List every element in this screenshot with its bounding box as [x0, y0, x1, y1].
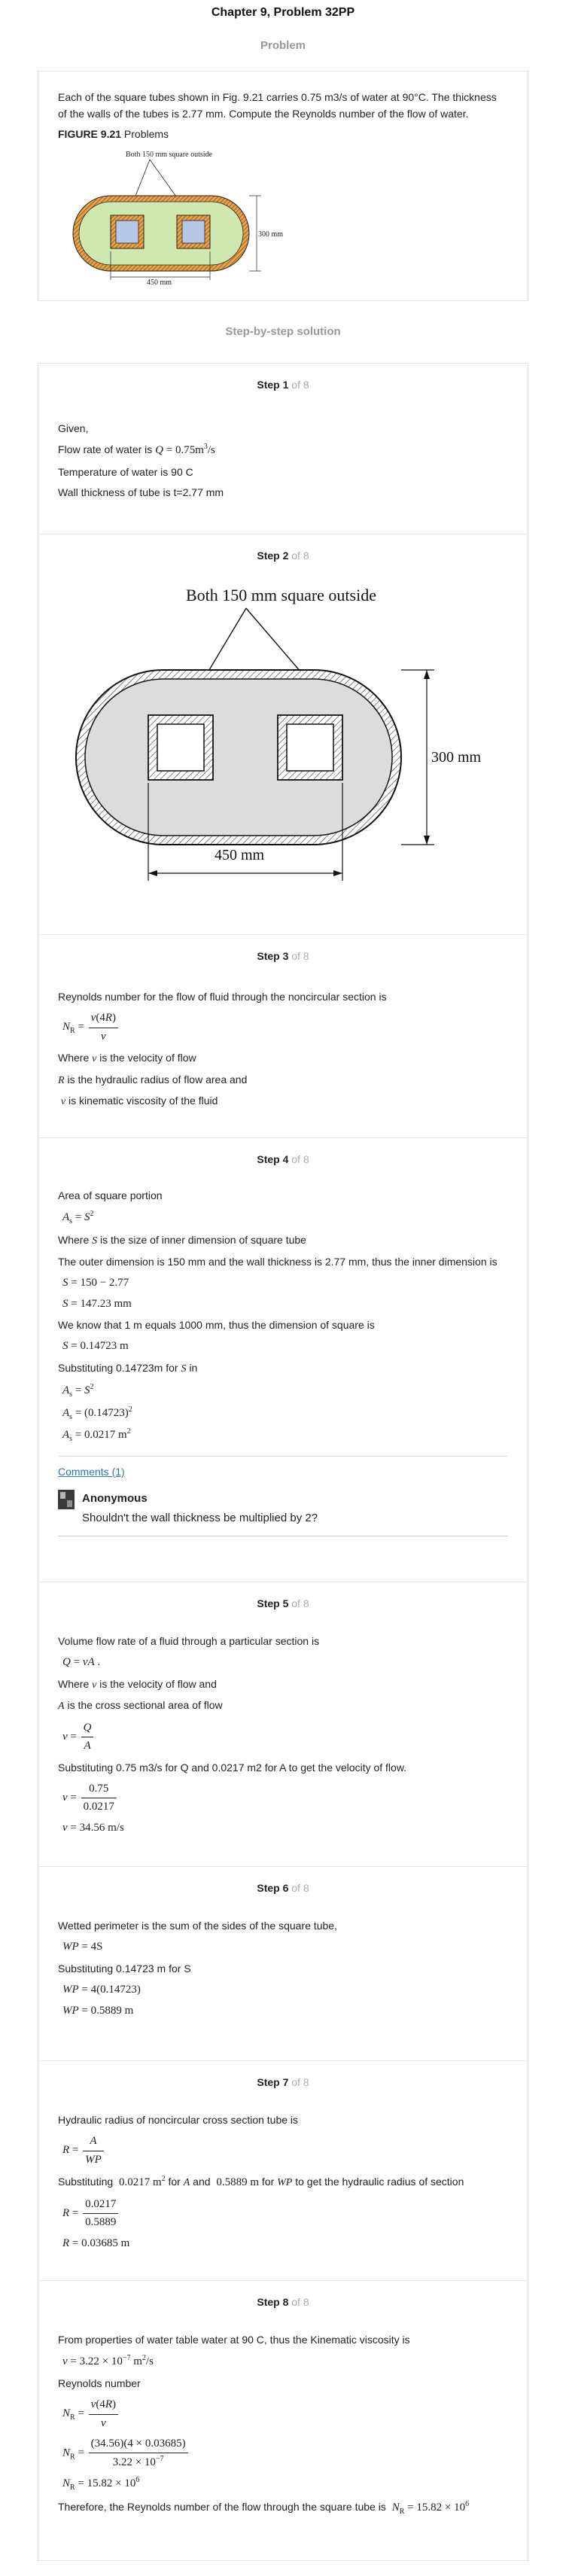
step-4-intro: Area of square portion [58, 1189, 163, 1201]
step-6-card: Step 6 of 8 Wetted perimeter is the sum … [38, 1867, 528, 2061]
step-8-heading: Step 8 of 8 [257, 2296, 309, 2308]
comment: Anonymous Shouldn't the wall thickness b… [58, 1489, 508, 1537]
step-4-outer: The outer dimension is 150 mm and the wa… [58, 1255, 498, 1268]
page-title: Chapter 9, Problem 32PP [211, 6, 355, 19]
comments-link[interactable]: Comments (1) [58, 1466, 125, 1478]
step-1-card: Step 1 of 8 Given, Flow rate of water is… [38, 363, 528, 534]
step-7-intro: Hydraulic radius of noncircular cross se… [58, 2113, 299, 2126]
step-2-figure: Both 150 mm square outside 300 mm 450 mm [75, 586, 482, 881]
step-3-eq: NR = v(4R) ν [62, 1009, 508, 1046]
step-5-subst: Substituting 0.75 m3/s for Q and 0.0217 … [58, 1761, 407, 1774]
step-3-heading: Step 3 of 8 [257, 950, 309, 962]
fig2-top-label: Both 150 mm square outside [186, 586, 376, 604]
avatar [58, 1489, 75, 1509]
step-1-wall: Wall thickness of tube is t=2.77 mm [58, 486, 224, 499]
fig-width-label: 450 mm [147, 279, 172, 287]
step-4-know: We know that 1 m equals 1000 mm, thus th… [58, 1318, 375, 1331]
step-2-heading: Step 2 of 8 [257, 550, 309, 562]
step-6-intro: Wetted perimeter is the sum of the sides… [58, 1919, 337, 1932]
solution-heading: Step-by-step solution [225, 325, 341, 338]
figure-caption: Problems [123, 128, 169, 141]
step-4-heading: Step 4 of 8 [257, 1153, 309, 1165]
fig2-height-label: 300 mm [431, 749, 482, 766]
step-1-heading: Step 1 of 8 [257, 379, 309, 391]
step-8-conclusion: Therefore, the Reynolds number of the fl… [58, 2500, 386, 2513]
step-7-card: Step 7 of 8 Hydraulic radius of noncircu… [38, 2061, 528, 2281]
comment-author: Anonymous [82, 1491, 148, 1505]
step-3-card: Step 3 of 8 Reynolds number for the flow… [38, 935, 528, 1138]
fig-height-label: 300 mm [258, 230, 283, 239]
step-6-subst: Substituting 0.14723 m for S [58, 1962, 191, 1975]
figure-label: FIGURE 9.21 [58, 128, 122, 141]
step-1-flow: Flow rate of water is [58, 443, 153, 456]
comment-text: Shouldn't the wall thickness be multipli… [82, 1511, 318, 1524]
fig-top-label: Both 150 mm square outside [126, 151, 213, 159]
step-4-card: Step 4 of 8 Area of square portion As = … [38, 1138, 528, 1582]
step-5-intro: Volume flow rate of a fluid through a pa… [58, 1634, 320, 1647]
step-6-heading: Step 6 of 8 [257, 1882, 309, 1894]
step-8-card: Step 8 of 8 From properties of water tab… [38, 2281, 528, 2561]
step-8-reynolds: Reynolds number [58, 2377, 141, 2389]
step-8-intro: From properties of water table water at … [58, 2333, 410, 2346]
step-3-intro: Reynolds number for the flow of fluid th… [58, 990, 387, 1003]
step-5-heading: Step 5 of 8 [257, 1597, 309, 1609]
step-7-heading: Step 7 of 8 [257, 2076, 309, 2088]
problem-figure: Both 150 mm square outside 300 mm 450 mm [72, 151, 283, 287]
step-1-given: Given, [58, 422, 89, 434]
problem-card: Each of the square tubes shown in Fig. 9… [38, 71, 528, 301]
step-5-card: Step 5 of 8 Volume flow rate of a fluid … [38, 1582, 528, 1867]
problem-heading: Problem [260, 39, 306, 52]
step-2-card: Step 2 of 8 Both 150 mm square outside 3… [38, 534, 528, 935]
problem-text: Each of the square tubes shown in Fig. 9… [58, 91, 497, 120]
step-1-temp: Temperature of water is 90 C [58, 465, 193, 478]
fig2-width-label: 450 mm [215, 847, 265, 863]
